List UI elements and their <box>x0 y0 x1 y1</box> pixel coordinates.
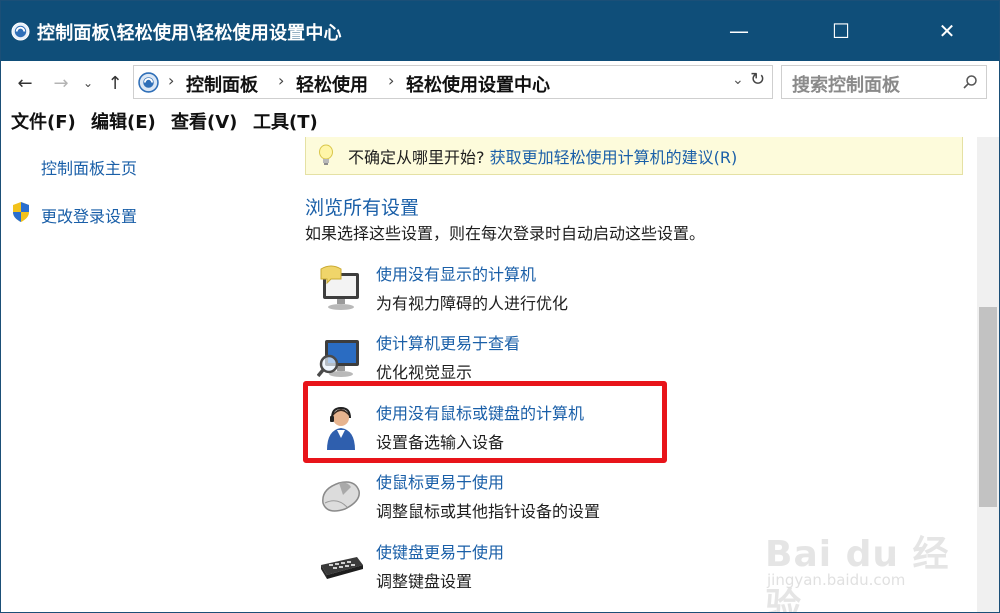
search-placeholder[interactable]: 搜索控制面板 <box>792 71 900 97</box>
close-button[interactable]: ✕ <box>913 1 981 61</box>
item-description: 调整键盘设置 <box>376 572 473 591</box>
search-icon[interactable] <box>962 74 978 90</box>
vertical-scrollbar[interactable] <box>977 137 999 612</box>
refresh-button[interactable]: ↻ <box>750 69 765 90</box>
back-button[interactable]: ← <box>13 71 37 95</box>
back-arrow-icon: ← <box>17 72 33 94</box>
item-description: 调整鼠标或其他指针设备的设置 <box>376 502 601 521</box>
baidu-watermark: Bai du 经验 jingyan.baidu.com <box>761 501 961 612</box>
uac-shield-icon <box>13 202 29 222</box>
menu-file[interactable]: 文件(F) <box>11 108 76 134</box>
mouse-icon <box>322 481 360 512</box>
minimize-glyph: — <box>729 19 749 43</box>
watermark-brand: Bai du 经验 <box>765 534 950 613</box>
scrollbar-thumb[interactable] <box>979 307 997 507</box>
keyboard-icon <box>321 557 363 579</box>
tip-text: 不确定从哪里开始? 获取更加轻松使用计算机的建议(R) <box>348 144 737 168</box>
maximize-button[interactable]: ☐ <box>807 1 875 61</box>
navigation-bar: ← → ⌄ ↑ › 控制面板 › 轻松使用 › 轻松使用设置中心 ⌄ ↻ 搜索控… <box>1 61 999 105</box>
menu-tools[interactable]: 工具(T) <box>253 108 318 134</box>
search-box[interactable]: 搜索控制面板 <box>781 65 987 99</box>
item-description: 为有视力障碍的人进行优化 <box>376 294 569 313</box>
address-bar[interactable]: › 控制面板 › 轻松使用 › 轻松使用设置中心 ⌄ ↻ <box>133 65 773 99</box>
breadcrumb-separator[interactable]: › <box>168 71 174 90</box>
item-title[interactable]: 使键盘更易于使用 <box>376 539 504 563</box>
control-panel-icon <box>138 72 159 93</box>
highlight-box <box>303 381 667 463</box>
maximize-glyph: ☐ <box>832 19 850 43</box>
tip-prefix: 不确定从哪里开始? <box>348 148 485 167</box>
change-login-settings-link[interactable]: 更改登录设置 <box>41 203 137 227</box>
breadcrumb-ease-of-access-center: 轻松使用设置中心 <box>406 75 550 96</box>
breadcrumb-separator[interactable]: › <box>388 71 394 90</box>
menu-edit[interactable]: 编辑(E) <box>91 108 156 134</box>
minimize-button[interactable]: — <box>705 1 773 61</box>
tip-bar: 不确定从哪里开始? 获取更加轻松使用计算机的建议(R) <box>305 137 963 175</box>
lightbulb-icon <box>319 144 333 165</box>
left-navigation-pane: 控制面板主页 更改登录设置 <box>1 137 291 612</box>
item-description: 优化视觉显示 <box>376 363 473 382</box>
chevron-down-icon: ⌄ <box>82 76 94 90</box>
monitor-magnifier-icon <box>317 340 359 378</box>
section-description: 如果选择这些设置，则在每次登录时自动启动这些设置。 <box>305 224 706 243</box>
get-recommendations-link[interactable]: 获取更加轻松使用计算机的建议(R) <box>485 148 738 167</box>
setting-item-no-display[interactable]: 使用没有显示的计算机 为有视力障碍的人进行优化 <box>311 261 911 327</box>
item-title[interactable]: 使用没有显示的计算机 <box>376 261 536 285</box>
control-panel-window: 控制面板\轻松使用\轻松使用设置中心 — ☐ ✕ ← → ⌄ ↑ › 控制面板 … <box>0 0 1000 613</box>
breadcrumb-ease-of-access[interactable]: 轻松使用 <box>296 71 368 97</box>
close-glyph: ✕ <box>938 19 956 43</box>
title-bar: 控制面板\轻松使用\轻松使用设置中心 — ☐ ✕ <box>1 1 999 61</box>
forward-arrow-icon: → <box>53 72 69 94</box>
watermark-url: jingyan.baidu.com <box>767 571 906 589</box>
address-dropdown-button[interactable]: ⌄ <box>732 72 744 88</box>
recent-locations-button[interactable]: ⌄ <box>81 71 95 95</box>
up-arrow-icon: ↑ <box>107 72 123 94</box>
item-title[interactable]: 使鼠标更易于使用 <box>376 469 504 493</box>
forward-button[interactable]: → <box>49 71 73 95</box>
menu-bar: 文件(F) 编辑(E) 查看(V) 工具(T) <box>1 105 999 137</box>
control-panel-home-link[interactable]: 控制面板主页 <box>41 155 137 179</box>
menu-view[interactable]: 查看(V) <box>171 108 237 134</box>
window-title: 控制面板\轻松使用\轻松使用设置中心 <box>37 23 342 44</box>
breadcrumb-control-panel[interactable]: 控制面板 <box>186 71 258 97</box>
control-panel-icon <box>11 22 30 41</box>
section-title: 浏览所有设置 <box>305 197 420 219</box>
breadcrumb-separator[interactable]: › <box>278 71 284 90</box>
monitor-speech-icon <box>320 265 359 310</box>
up-button[interactable]: ↑ <box>103 71 127 95</box>
item-title[interactable]: 使计算机更易于查看 <box>376 330 520 354</box>
